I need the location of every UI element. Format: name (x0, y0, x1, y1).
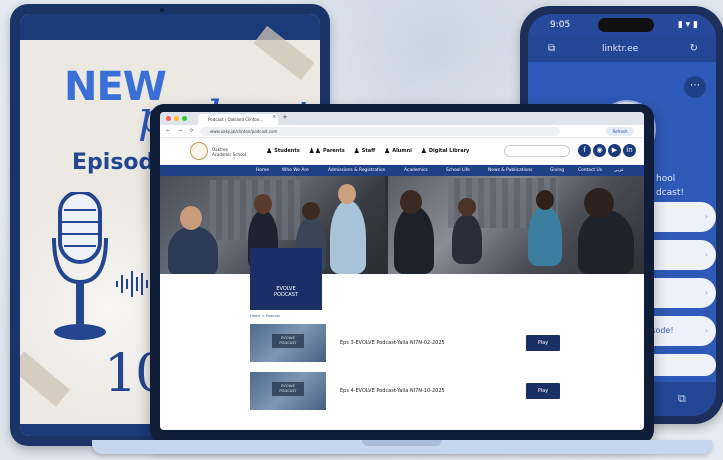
school-logo[interactable] (190, 142, 208, 160)
nav-item-news[interactable]: News & Publications (488, 168, 532, 173)
top-links: ♟ Students ♟♟ Parents ♟ Staff ♟ Alumni ♟ Digi… (266, 147, 476, 155)
browser-toolbar: ← → ⟳ www.oaky.jal/clinton/podcast.com R… (160, 125, 644, 138)
more-options-icon[interactable]: ⋯ (684, 76, 706, 98)
address-bar[interactable]: www.oaky.jal/clinton/podcast.com (200, 127, 560, 136)
nav-item-school-life[interactable]: School Life (446, 168, 470, 173)
top-link-label: Digital Library (428, 148, 470, 154)
people-icon: ♟♟ (308, 147, 322, 155)
phone-url-domain: linktr.ee (602, 44, 639, 54)
podcast-title-box: EVOLVE PODCAST (250, 248, 322, 310)
chevron-right-icon: › (704, 250, 708, 259)
instagram-icon[interactable]: ◉ (593, 144, 606, 157)
podcast-title-line: PODCAST (274, 292, 298, 298)
microphone-icon (52, 192, 108, 340)
nav-item-academics[interactable]: Academics (404, 168, 428, 173)
episode-thumbnail[interactable]: EVOLVE PODCAST (250, 324, 326, 362)
close-tab-icon[interactable]: × (272, 114, 276, 120)
status-icons: ▮ ▾ ▮ (677, 20, 698, 30)
person-silhouette (394, 206, 434, 274)
refresh-button[interactable]: Refresh (606, 127, 634, 136)
site-header: Oaktree Academic School ♟ Students ♟♟ Pare… (160, 139, 644, 165)
nav-item-who-we-are[interactable]: Who We Are (282, 168, 309, 173)
site-search-input[interactable] (504, 145, 570, 157)
nav-item-contact[interactable]: Contact Us (578, 168, 602, 173)
tabs-icon[interactable]: ⧉ (678, 392, 686, 406)
thumbnail-label: EVOLVE PODCAST (272, 334, 304, 348)
chevron-right-icon: › (704, 212, 708, 221)
phone-url-bar[interactable]: ⧉ linktr.ee ↻ (528, 36, 716, 62)
nav-item-giving[interactable]: Giving (550, 168, 564, 173)
profile-bio: hool dcast! (656, 172, 684, 200)
person-head (302, 202, 320, 220)
person-silhouette (330, 200, 366, 274)
navigation-icons[interactable]: ← → ⟳ (166, 128, 197, 134)
nav-item-home[interactable]: Home (256, 168, 269, 173)
breadcrumb[interactable]: Home > Podcast (250, 314, 280, 318)
person-silhouette (528, 206, 562, 266)
top-link-label: Parents (323, 148, 345, 154)
browser-window: Podcast | Oakland Clinton... × + ← → ⟳ w… (160, 112, 644, 430)
youtube-icon[interactable]: ▶ (608, 144, 621, 157)
school-name[interactable]: Oaktree Academic School (212, 147, 248, 157)
person-icon: ♟ (420, 147, 427, 155)
browser-tab[interactable]: Podcast | Oakland Clinton... (198, 114, 278, 125)
tabs-icon[interactable]: ⧉ (548, 43, 555, 54)
episode-row: EVOLVE PODCAST Eps 3-EVOLVE Podcast-Yall… (250, 324, 560, 364)
thumbnail-label: EVOLVE PODCAST (272, 382, 304, 396)
person-icon: ♟ (353, 147, 360, 155)
top-link-students[interactable]: ♟ Students (266, 147, 300, 155)
site-main-nav: Home Who We Are Admissions & Registratio… (160, 165, 644, 176)
play-button[interactable]: Play (526, 335, 560, 351)
nav-item-arabic[interactable]: عربي (614, 168, 624, 173)
status-time: 9:05 (550, 20, 571, 30)
top-link-staff[interactable]: ♟ Staff (353, 147, 376, 155)
page-content: Home > Podcast EVOLVE PODCAST Eps 3-EVOL… (160, 274, 644, 430)
person-silhouette (452, 214, 482, 264)
top-link-digital-library[interactable]: ♟ Digital Library (420, 147, 470, 155)
phone-status-bar: 9:05 ▮ ▾ ▮ (528, 14, 716, 36)
person-silhouette (578, 210, 634, 274)
hero-banner (160, 176, 644, 274)
minimize-window-icon[interactable] (174, 116, 179, 121)
tape-decoration (20, 351, 71, 407)
person-icon: ♟ (266, 147, 273, 155)
person-head (536, 190, 554, 210)
top-link-label: Staff (361, 148, 376, 154)
laptop-base (92, 440, 712, 454)
linkedin-icon[interactable]: in (623, 144, 636, 157)
top-link-label: Students (274, 148, 300, 154)
top-link-parents[interactable]: ♟♟ Parents (308, 147, 345, 155)
browser-tab-strip: Podcast | Oakland Clinton... × + (160, 112, 644, 125)
episode-row: EVOLVE PODCAST Eps 4-EVOLVE Podcast-Yall… (250, 372, 560, 412)
laptop-device: Podcast | Oakland Clinton... × + ← → ⟳ w… (150, 104, 654, 444)
person-head (458, 198, 476, 216)
person-head (254, 194, 272, 214)
bio-line: dcast! (656, 188, 685, 198)
episode-title: Eps 4-EVOLVE Podcast-Yalla NI7N-10-2025 (340, 388, 445, 394)
bio-line: hool (656, 174, 676, 184)
chevron-right-icon: › (704, 326, 708, 335)
reload-icon[interactable]: ↻ (690, 43, 698, 54)
chevron-right-icon: › (704, 288, 708, 297)
episode-title: Eps 3-EVOLVE Podcast-Yalla NI7N-02-2025 (340, 340, 445, 346)
person-icon: ♟ (383, 147, 391, 155)
person-head (400, 190, 422, 214)
maximize-window-icon[interactable] (182, 116, 187, 121)
top-link-label: Alumni (392, 148, 412, 154)
phone-notch (598, 18, 654, 32)
person-head (584, 188, 614, 218)
new-tab-icon[interactable]: + (282, 113, 288, 121)
hero-photo-right (388, 176, 644, 274)
close-window-icon[interactable] (166, 116, 171, 121)
person-head (338, 184, 356, 204)
laptop-notch (362, 440, 442, 446)
person-head (180, 206, 202, 230)
play-button[interactable]: Play (526, 383, 560, 399)
facebook-icon[interactable]: f (578, 144, 591, 157)
nav-item-admissions[interactable]: Admissions & Registration (328, 168, 385, 173)
tablet-camera (160, 8, 164, 12)
episode-thumbnail[interactable]: EVOLVE PODCAST (250, 372, 326, 410)
person-silhouette (168, 226, 218, 274)
top-link-alumni[interactable]: ♟ Alumni (383, 147, 412, 155)
